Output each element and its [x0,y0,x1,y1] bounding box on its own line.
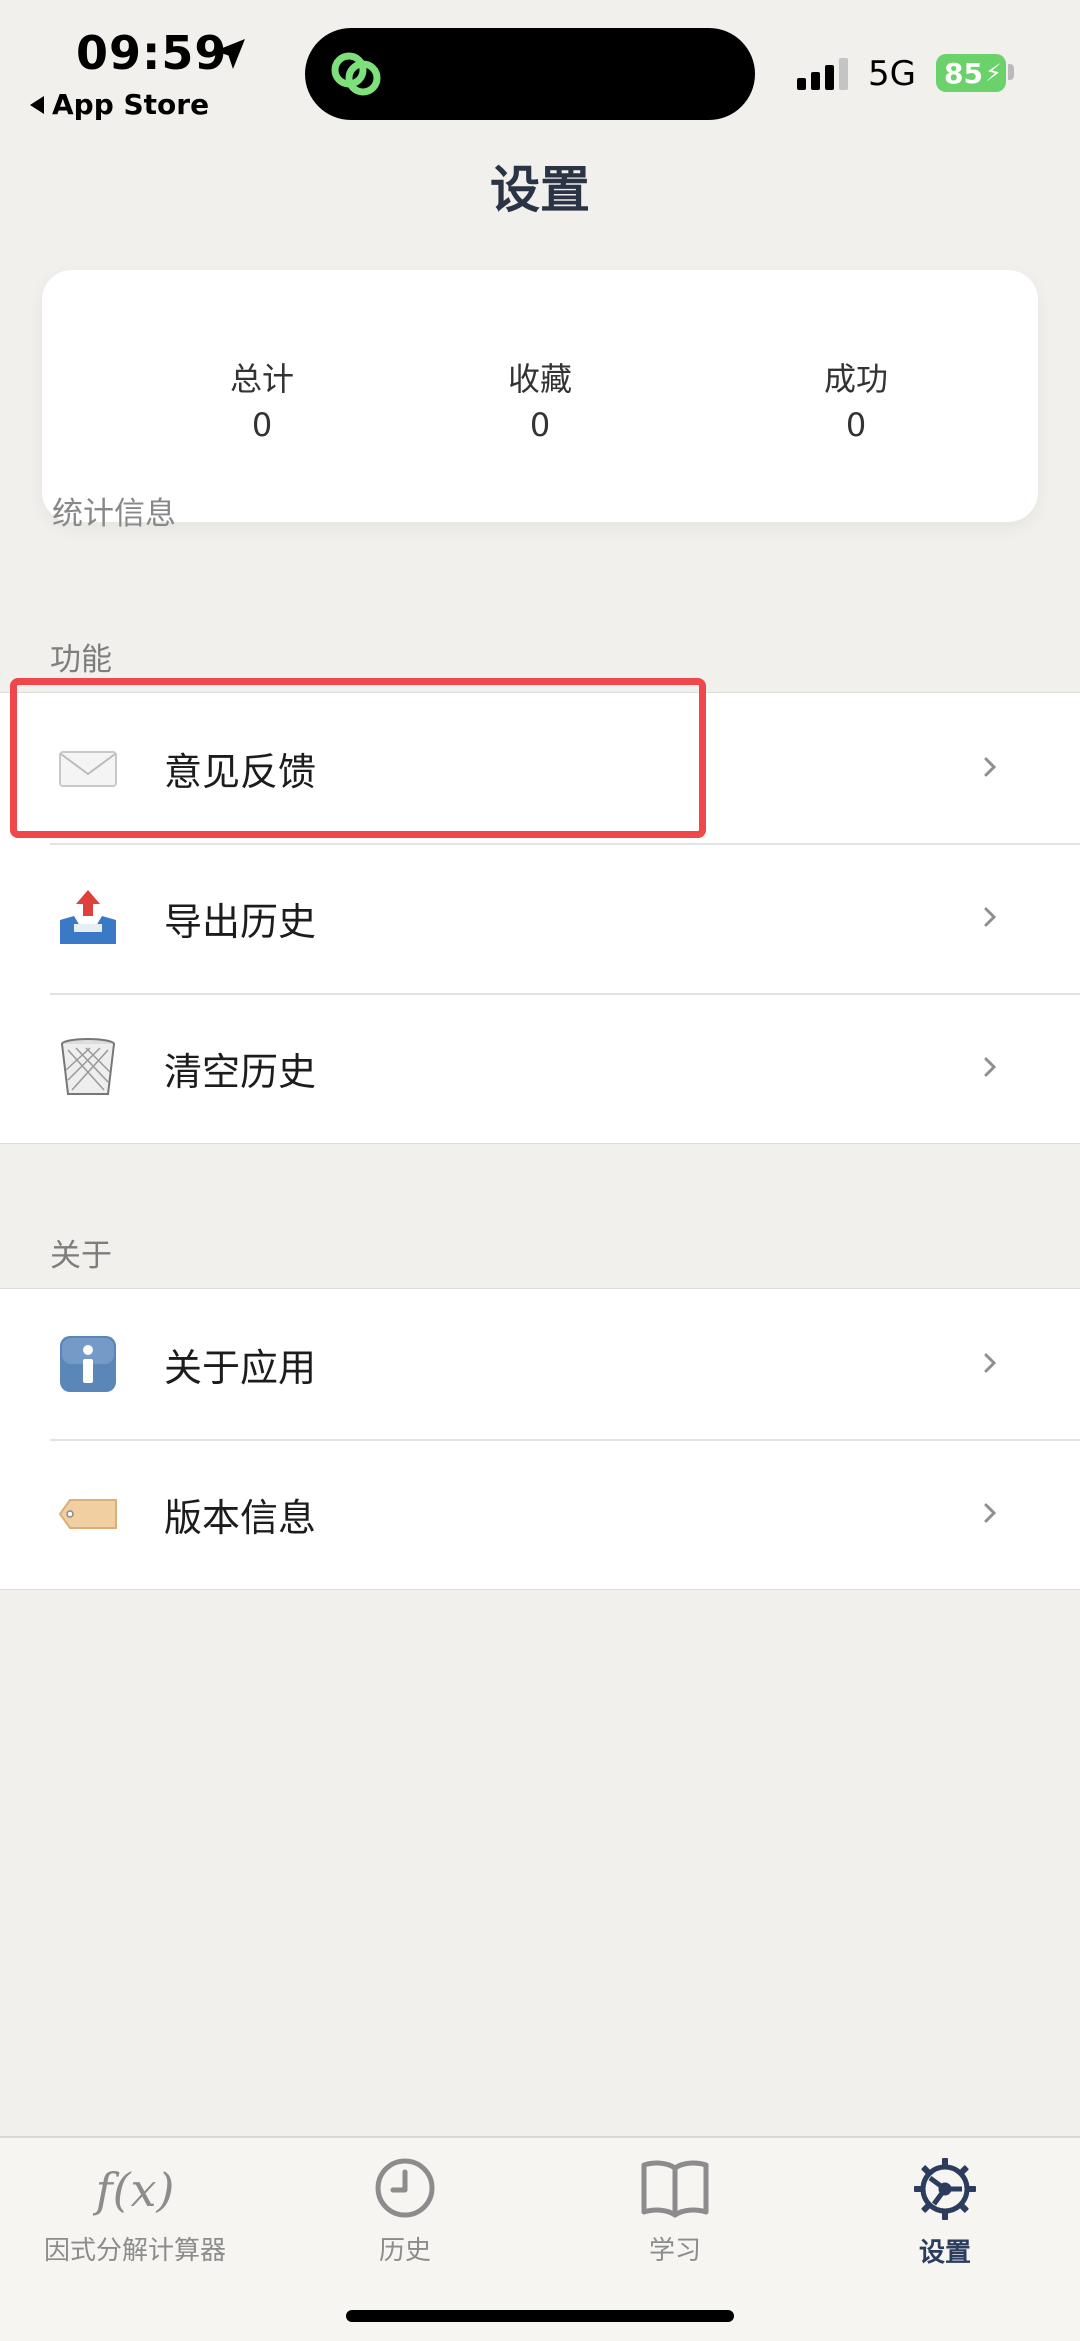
chevron-right-icon [984,1057,997,1077]
row-version-info[interactable]: 版本信息 [0,1439,1080,1589]
status-time: 09:59 [76,26,228,80]
row-label: 意见反馈 [164,749,317,794]
row-label: 关于应用 [164,1345,317,1390]
page-title: 设置 [490,161,590,219]
outbox-tray-icon [60,890,116,944]
tab-label: 设置 [918,2238,971,2268]
stat-label: 总计 [229,360,294,398]
dynamic-island [305,28,755,120]
tab-label: 历史 [378,2236,431,2266]
row-label: 版本信息 [164,1495,317,1540]
settings-screen: 09:59 App Store 5G 85 ⚡ 设置 总计 0 收藏 0 成功 … [0,0,1080,2341]
stat-value: 0 [251,406,273,444]
row-label: 清空历史 [164,1049,317,1094]
row-export-history[interactable]: 导出历史 [0,843,1080,993]
tab-factor-calculator[interactable]: f(x) 因式分解计算器 [0,2156,270,2267]
stats-card: 总计 0 收藏 0 成功 0 统计信息 [42,270,1038,532]
home-indicator [346,2310,734,2322]
tab-label: 因式分解计算器 [43,2236,226,2266]
book-icon [641,2160,709,2218]
stat-value: 0 [845,406,867,444]
info-icon [60,1336,116,1392]
chevron-right-icon [984,907,997,927]
tab-history[interactable]: 历史 [270,2156,540,2267]
stat-value: 0 [529,406,551,444]
about-list: 关于应用 版本信息 [0,1288,1080,1590]
chevron-right-icon [984,1353,997,1373]
tab-label: 学习 [648,2236,701,2266]
wastebasket-icon [61,1038,115,1095]
section-header-about: 关于 [50,1238,112,1274]
charging-bolt-icon: ⚡ [984,59,1002,87]
stat-favorites: 收藏 0 [430,354,650,444]
chevron-right-icon [984,1503,997,1523]
row-about-app[interactable]: 关于应用 [0,1289,1080,1439]
features-list: 意见反馈 导出历史 清空历史 [0,692,1080,1144]
stat-total: 总计 0 [152,354,372,444]
tab-settings[interactable]: 设置 [810,2156,1080,2269]
battery-percent: 85 [944,56,983,90]
envelope-icon [59,751,117,787]
row-feedback[interactable]: 意见反馈 [0,693,1080,843]
label-tag-icon [58,1499,117,1529]
row-clear-history[interactable]: 清空历史 [0,993,1080,1143]
section-header-features: 功能 [50,642,112,678]
clock-icon [375,2158,435,2218]
battery-level: 85 ⚡ [936,54,1006,92]
back-triangle-icon [30,95,44,114]
location-arrow-icon [215,39,245,69]
stats-caption: 统计信息 [52,496,176,532]
network-type: 5G [868,54,916,94]
chevron-right-icon [984,757,997,777]
gear-icon [914,2158,976,2220]
stat-label: 成功 [823,360,888,398]
cellular-signal-icon [797,58,848,90]
back-to-app-store[interactable]: App Store [30,88,209,121]
row-label: 导出历史 [164,899,317,944]
function-fx-icon: f(x) [93,2163,175,2217]
stat-label: 收藏 [507,360,572,398]
battery-cap [1008,64,1014,80]
svg-text:f(x): f(x) [93,2163,175,2217]
stat-success: 成功 0 [746,354,966,444]
back-app-label: App Store [52,88,210,121]
tab-learn[interactable]: 学习 [540,2156,810,2267]
link-rings-icon [331,52,381,96]
